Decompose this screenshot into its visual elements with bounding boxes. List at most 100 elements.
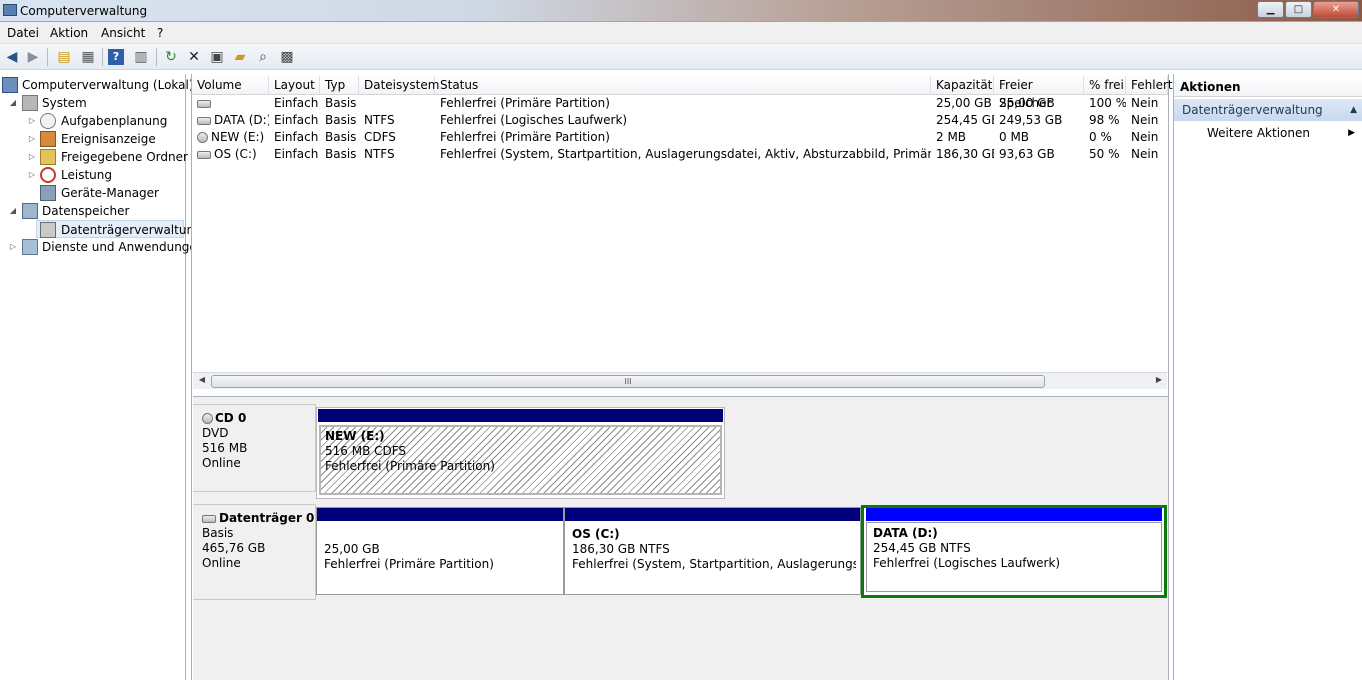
collapse-arrow-icon[interactable]: ▲	[1350, 99, 1357, 121]
cell-freier-speicher: 0 MB	[999, 130, 1030, 144]
cell-kapazitaet: 186,30 GB	[936, 147, 994, 161]
shared-folder-icon	[40, 149, 56, 165]
cell-kapazitaet: 25,00 GB	[936, 96, 992, 110]
partition-body: 25,00 GB Fehlerfrei (Primäre Partition)	[324, 542, 494, 571]
show-hide-action-pane-icon[interactable]: ▥	[131, 47, 151, 67]
column-header-typ[interactable]: Typ	[320, 76, 359, 95]
show-hide-tree-icon[interactable]: ▦	[78, 47, 98, 67]
cell-prozent-frei: 0 %	[1089, 130, 1112, 144]
menu-help[interactable]: ?	[157, 26, 163, 40]
column-header-prozent-frei[interactable]: % frei	[1084, 76, 1126, 95]
column-header-dateisystem[interactable]: Dateisystem	[359, 76, 439, 95]
cell-prozent-frei: 100 %	[1089, 96, 1126, 110]
up-folder-icon[interactable]: ▤	[54, 47, 74, 67]
partition-body: OS (C:) 186,30 GB NTFS Fehlerfrei (Syste…	[572, 527, 856, 571]
action-weitere-aktionen[interactable]: Weitere Aktionen ▶	[1174, 123, 1362, 143]
cell-layout: Einfach	[274, 96, 319, 110]
expanded-arrow-icon[interactable]: ◢	[8, 202, 18, 220]
title-bar: Computerverwaltung ▁ □ ✕	[0, 0, 1362, 22]
column-header-fehlertoleranz[interactable]: Fehlert	[1126, 76, 1173, 95]
disk-label-cd0[interactable]: CD 0 DVD 516 MB Online	[193, 404, 316, 492]
cell-prozent-frei: 98 %	[1089, 113, 1120, 127]
menu-datei[interactable]: Datei	[7, 26, 39, 40]
cell-typ: Basis	[325, 96, 357, 110]
partition-body: DATA (D:) 254,45 GB NTFS Fehlerfrei (Log…	[866, 522, 1162, 592]
table-row[interactable]: OS (C:) Einfach Basis NTFS Fehlerfrei (S…	[192, 146, 1168, 163]
scroll-left-arrow-icon[interactable]: ◀	[195, 375, 209, 384]
delete-icon[interactable]: ✕	[184, 47, 204, 67]
partition-data-d[interactable]: DATA (D:) 254,45 GB NTFS Fehlerfrei (Log…	[861, 505, 1167, 598]
cell-status: Fehlerfrei (Primäre Partition)	[440, 130, 610, 144]
computer-management-icon	[3, 4, 17, 16]
collapsed-arrow-icon[interactable]: ▷	[8, 238, 18, 256]
table-row[interactable]: DATA (D:) Einfach Basis NTFS Fehlerfrei …	[192, 112, 1168, 129]
actions-pane: Aktionen Datenträgerverwaltung ▲ Weitere…	[1173, 74, 1362, 680]
disk-graphical-view: CD 0 DVD 516 MB Online NEW (E:) 516 MB C…	[193, 396, 1168, 680]
cell-layout: Einfach	[274, 130, 319, 144]
cell-freier-speicher: 93,63 GB	[999, 147, 1055, 161]
actions-header: Aktionen	[1174, 77, 1362, 97]
cell-kapazitaet: 2 MB	[936, 130, 967, 144]
menu-aktion[interactable]: Aktion	[50, 26, 88, 40]
open-icon[interactable]: ▰	[230, 47, 250, 67]
cell-layout: Einfach	[274, 113, 319, 127]
partition-body: NEW (E:) 516 MB CDFS Fehlerfrei (Primäre…	[319, 425, 722, 495]
refresh-icon[interactable]: ↻	[161, 47, 181, 67]
partition-unnamed[interactable]: 25,00 GB Fehlerfrei (Primäre Partition)	[316, 507, 564, 595]
expanded-arrow-icon[interactable]: ◢	[8, 94, 18, 112]
cell-fehlertoleranz: Nein	[1131, 113, 1159, 127]
toolbar: ◀ ▶ ▤ ▦ ? ▥ ↻ ✕ ▣ ▰ ⌕ ▩	[0, 44, 1362, 70]
menu-ansicht[interactable]: Ansicht	[101, 26, 145, 40]
help-icon[interactable]: ?	[108, 49, 124, 65]
column-header-layout[interactable]: Layout	[269, 76, 320, 95]
tree-item-datentraegerverwaltung[interactable]: Datenträgerverwaltung	[36, 220, 202, 238]
horizontal-scrollbar[interactable]: ◀ III ▶	[193, 372, 1167, 389]
clock-icon	[40, 113, 56, 129]
partition-new-e[interactable]: NEW (E:) 516 MB CDFS Fehlerfrei (Primäre…	[316, 407, 725, 499]
minimize-button[interactable]: ▁	[1257, 1, 1284, 18]
column-header-status[interactable]: Status	[435, 76, 931, 95]
back-arrow-icon[interactable]: ◀	[2, 47, 22, 67]
cell-layout: Einfach	[274, 147, 319, 161]
cell-fehlertoleranz: Nein	[1131, 130, 1159, 144]
toolbar-separator	[47, 48, 48, 66]
volume-list-header: Volume Layout Typ Dateisystem Status Kap…	[192, 76, 1173, 110]
disk-label-disk0[interactable]: Datenträger 0 Basis 465,76 GB Online	[193, 504, 316, 600]
partition-color-bar	[317, 508, 563, 521]
collapsed-arrow-icon[interactable]: ▷	[27, 112, 37, 130]
scrollbar-thumb[interactable]: III	[211, 375, 1045, 388]
column-header-kapazitaet[interactable]: Kapazität	[931, 76, 994, 95]
cell-freier-speicher: 25,00 GB	[999, 96, 1055, 110]
storage-icon	[22, 203, 38, 219]
column-header-freier-speicher[interactable]: Freier Speicher	[994, 76, 1084, 110]
partition-color-bar	[866, 508, 1162, 521]
cell-dateisystem	[359, 95, 435, 112]
cell-volume: DATA (D:)	[192, 112, 269, 129]
actions-section-datentraegerverwaltung[interactable]: Datenträgerverwaltung ▲	[1174, 99, 1362, 121]
collapsed-arrow-icon[interactable]: ▷	[27, 166, 37, 184]
collapsed-arrow-icon[interactable]: ▷	[27, 148, 37, 166]
cell-typ: Basis	[325, 113, 357, 127]
table-row[interactable]: Einfach Basis Fehlerfrei (Primäre Partit…	[192, 95, 1168, 112]
cell-typ: Basis	[325, 130, 357, 144]
scroll-right-arrow-icon[interactable]: ▶	[1152, 375, 1166, 384]
cell-dateisystem: CDFS	[364, 130, 396, 144]
close-button[interactable]: ✕	[1313, 1, 1359, 18]
toolbar-separator	[156, 48, 157, 66]
collapsed-arrow-icon[interactable]: ▷	[27, 130, 37, 148]
table-row[interactable]: NEW (E:) Einfach Basis CDFS Fehlerfrei (…	[192, 129, 1168, 146]
cell-kapazitaet: 254,45 GB	[936, 113, 994, 127]
cell-freier-speicher: 249,53 GB	[999, 113, 1063, 127]
cell-fehlertoleranz: Nein	[1131, 147, 1159, 161]
cd-drive-icon	[202, 413, 213, 424]
settings-icon[interactable]: ▩	[277, 47, 297, 67]
window-title: Computerverwaltung	[20, 4, 148, 18]
maximize-button[interactable]: □	[1285, 1, 1312, 18]
search-icon[interactable]: ⌕	[253, 47, 273, 67]
forward-arrow-icon[interactable]: ▶	[23, 47, 43, 67]
partition-os-c[interactable]: OS (C:) 186,30 GB NTFS Fehlerfrei (Syste…	[564, 507, 861, 595]
partition-color-bar	[565, 508, 860, 521]
properties-icon[interactable]: ▣	[207, 47, 227, 67]
column-header-volume[interactable]: Volume	[192, 76, 269, 95]
navigation-tree: Computerverwaltung (Lokal) ◢ System ▷ Au…	[0, 74, 204, 680]
